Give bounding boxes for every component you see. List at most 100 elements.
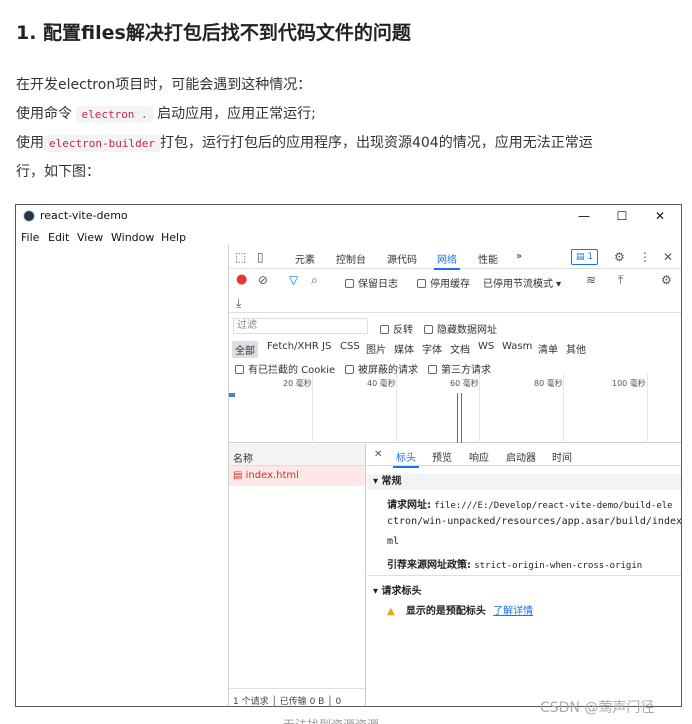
preserve-log-checkbox[interactable]: 保留日志 — [345, 275, 398, 290]
minimize-button[interactable]: — — [566, 206, 602, 226]
network-status-bar: 1 个请求 │ 已传输 0 B │ 0 — [229, 688, 365, 707]
hide-data-urls-checkbox[interactable]: 隐藏数据网址 — [424, 321, 497, 336]
clear-icon[interactable]: ⊘ — [258, 273, 268, 287]
filter-type-img[interactable]: 图片 — [366, 341, 386, 356]
transferred-size: 已传输 0 B — [279, 697, 325, 707]
export-har-icon[interactable]: ⤓ — [236, 296, 241, 310]
article-heading: 1. 配置files解决打包后找不到代码文件的问题 — [16, 22, 411, 44]
filter-type-media[interactable]: 媒体 — [394, 341, 414, 356]
filter-input[interactable]: 过滤 — [233, 318, 368, 334]
filter-type-all[interactable]: 全部 — [232, 341, 258, 358]
request-url-row: 请求网址: file:///E:/Develop/react-vite-demo… — [387, 496, 673, 511]
request-count: 1 个请求 — [233, 697, 269, 707]
request-detail-pane: ✕ 标头 预览 响应 启动器 时间 ▾ 常规 请求网址: file:///E:/… — [367, 444, 682, 706]
tab-timing[interactable]: 时间 — [552, 449, 572, 464]
search-icon[interactable]: ⌕ — [311, 273, 318, 287]
tab-elements[interactable]: 元素 — [295, 251, 315, 266]
csdn-watermark: CSDN @莺声门径 — [540, 700, 655, 716]
timeline-gridline — [647, 373, 648, 443]
network-settings-icon[interactable]: ⚙ — [661, 273, 672, 287]
timeline-tick-label: 80 毫秒 — [534, 379, 563, 388]
window-titlebar: react-vite-demo — ☐ ✕ — [16, 205, 681, 227]
wifi-conditions-icon[interactable]: ≋ — [586, 273, 596, 287]
paragraph-intro: 在开发electron项目时，可能会遇到这种情况： — [16, 77, 312, 93]
request-headers-section-header[interactable]: ▾ 请求标头 — [373, 582, 422, 597]
request-url-value-line2: ctron/win-unpacked/resources/app.asar/bu… — [387, 516, 682, 527]
filter-funnel-icon[interactable]: ▽ — [289, 273, 298, 287]
timeline-tick-label: 40 毫秒 — [367, 379, 396, 388]
request-list-pane: 名称 ▤ index.html 1 个请求 │ 已传输 0 B │ 0 — [229, 444, 366, 707]
close-button[interactable]: ✕ — [642, 206, 678, 226]
referrer-policy-label: 引荐来源网址政策: — [387, 560, 471, 571]
paragraph-run-after: 启动应用，应用正常运行; — [157, 106, 316, 122]
timeline-request-bar — [229, 393, 235, 397]
filter-type-fetch[interactable]: Fetch/XHR — [267, 341, 319, 352]
menu-help[interactable]: Help — [161, 231, 186, 244]
general-section-label: 常规 — [381, 476, 402, 487]
tab-network[interactable]: 网络 — [434, 251, 460, 270]
network-timeline-overview[interactable]: 20 毫秒 40 毫秒 60 毫秒 80 毫秒 100 毫秒 — [229, 373, 681, 443]
menu-view[interactable]: View — [77, 231, 103, 244]
disable-cache-label: 停用缓存 — [430, 279, 470, 290]
filter-type-css[interactable]: CSS — [340, 341, 360, 352]
devtools-tabbar: ⬚ ▯ 元素 控制台 源代码 网络 性能 » ▤ 1 ⚙ ⋮ ✕ — [229, 245, 681, 270]
close-detail-icon[interactable]: ✕ — [374, 448, 382, 462]
tab-sources[interactable]: 源代码 — [387, 251, 417, 266]
throttle-label: 已停用节流模式 — [483, 279, 553, 290]
filter-type-doc[interactable]: 文档 — [450, 341, 470, 356]
issues-count: 1 — [587, 252, 594, 262]
paragraph-build-after: 打包，运行打包后的应用程序，出现资源404的情况，应用无法正常运 — [159, 135, 593, 151]
tab-preview[interactable]: 预览 — [432, 449, 452, 464]
filter-type-js[interactable]: JS — [322, 341, 331, 352]
tab-initiator[interactable]: 启动器 — [506, 449, 536, 464]
hide-data-urls-label: 隐藏数据网址 — [437, 325, 497, 336]
filter-type-font[interactable]: 字体 — [422, 341, 442, 356]
request-row[interactable]: ▤ index.html — [229, 466, 365, 486]
tab-response[interactable]: 响应 — [469, 449, 489, 464]
device-toggle-icon[interactable]: ▯ — [257, 250, 264, 264]
tab-headers[interactable]: 标头 — [393, 449, 419, 468]
tab-console[interactable]: 控制台 — [336, 251, 366, 266]
more-tabs-button[interactable]: » — [516, 251, 522, 262]
devtools-panel: ⬚ ▯ 元素 控制台 源代码 网络 性能 » ▤ 1 ⚙ ⋮ ✕ ● ⊘ ▽ ⌕… — [228, 245, 682, 707]
invert-checkbox[interactable]: 反转 — [380, 321, 413, 336]
referrer-policy-row: 引荐来源网址政策: strict-origin-when-cross-origi… — [387, 556, 642, 571]
filter-type-other[interactable]: 其他 — [566, 341, 586, 356]
timeline-tick-label: 60 毫秒 — [450, 379, 479, 388]
menu-file[interactable]: File — [21, 231, 39, 244]
app-window-screenshot: react-vite-demo — ☐ ✕ File Edit View Win… — [15, 204, 682, 707]
filter-type-manifest[interactable]: 清单 — [538, 341, 558, 356]
inspect-icon[interactable]: ⬚ — [235, 250, 246, 264]
network-toolbar: ● ⊘ ▽ ⌕ 保留日志 停用缓存 已停用节流模式 ▾ ≋ ⤒ ⚙ ⤓ — [229, 269, 681, 313]
paragraph-figure-ref: 行，如下图： — [16, 164, 100, 180]
timeline-tick-label: 100 毫秒 — [612, 379, 646, 388]
learn-more-link[interactable]: 了解详情 — [493, 606, 533, 617]
paragraph-run: 使用命令 electron . 启动应用，应用正常运行; — [16, 103, 316, 123]
invert-label: 反转 — [393, 325, 413, 336]
inline-code-electron-builder: electron-builder — [44, 135, 160, 152]
throttle-select[interactable]: 已停用节流模式 ▾ — [483, 275, 561, 290]
preserve-log-label: 保留日志 — [358, 279, 398, 290]
menu-window[interactable]: Window — [111, 231, 154, 244]
provisional-headers-text: 显示的是预配标头 — [405, 606, 486, 617]
request-headers-label: 请求标头 — [381, 586, 422, 597]
filter-type-wasm[interactable]: Wasm — [502, 341, 532, 352]
settings-gear-icon[interactable]: ⚙ — [614, 250, 625, 264]
paragraph-build: 使用 electron-builder 打包，运行打包后的应用程序，出现资源404的… — [16, 132, 593, 152]
general-section-header[interactable]: ▾ 常规 — [367, 474, 681, 490]
kebab-menu-icon[interactable]: ⋮ — [639, 250, 651, 264]
maximize-button[interactable]: ☐ — [604, 206, 640, 226]
import-har-icon[interactable]: ⤒ — [618, 273, 623, 287]
name-column-header[interactable]: 名称 — [229, 444, 365, 466]
provisional-headers-warning: ▲ 显示的是预配标头 了解详情 — [387, 602, 533, 617]
filter-type-ws[interactable]: WS — [478, 341, 494, 352]
disable-cache-checkbox[interactable]: 停用缓存 — [417, 275, 470, 290]
record-icon[interactable]: ● — [236, 273, 247, 287]
issues-badge[interactable]: ▤ 1 — [571, 249, 599, 265]
close-devtools-icon[interactable]: ✕ — [663, 250, 673, 264]
tab-performance[interactable]: 性能 — [478, 251, 498, 266]
timeline-gridline — [396, 373, 397, 443]
paragraph-build-before: 使用 — [16, 135, 44, 151]
request-url-value-line3: ml — [387, 536, 400, 547]
menu-edit[interactable]: Edit — [48, 231, 69, 244]
